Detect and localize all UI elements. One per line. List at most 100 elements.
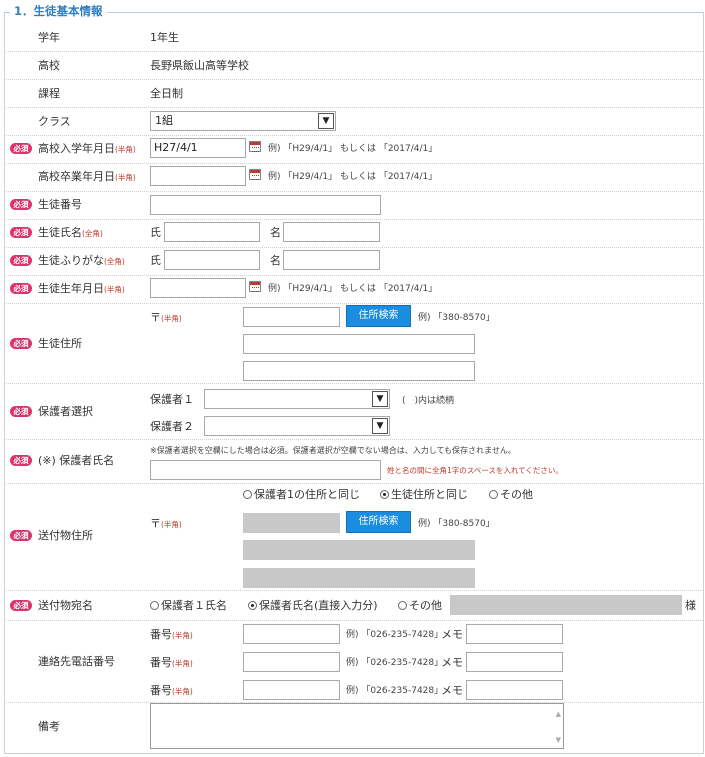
phone1-memo-input[interactable] — [466, 624, 563, 644]
school-value: 長野県飯山高等学校 — [150, 59, 249, 72]
admission-date-label: 高校入学年月日(半角) — [38, 142, 136, 155]
date-example: 例) 「H29/4/1」 もしくは 「2017/4/1」 — [268, 172, 438, 182]
calendar-icon[interactable] — [249, 281, 261, 292]
guardian-name-label: (※) 保護者氏名 — [38, 454, 115, 467]
family-kana-label: 氏 — [150, 254, 161, 267]
scroll-up-icon[interactable]: ▲ — [556, 710, 561, 718]
calendar-icon[interactable] — [249, 141, 261, 152]
mailing-name-other-input[interactable] — [450, 595, 682, 615]
row-divider — [6, 439, 703, 440]
row-divider — [6, 135, 703, 136]
contact-phone-label: 連絡先電話番号 — [38, 655, 115, 668]
admission-date-input[interactable]: H27/4/1 — [150, 138, 246, 158]
memo-label: メモ — [441, 684, 463, 697]
birth-date-input[interactable] — [150, 278, 246, 298]
postal-mark-label: 〒(半角) — [150, 311, 182, 324]
graduation-date-label: 高校卒業年月日(半角) — [38, 170, 136, 183]
phone3-input[interactable] — [243, 680, 340, 700]
row-divider — [6, 247, 703, 248]
date-example: 例) 「H29/4/1」 もしくは 「2017/4/1」 — [268, 144, 438, 154]
postal-example: 例) 「380-8570」 — [418, 519, 495, 529]
postal-mark-label: 〒(半角) — [150, 517, 182, 530]
guardian-select-label: 保護者選択 — [38, 405, 93, 418]
space-note: 姓と名の間に全角1字のスペースを入れてください。 — [387, 466, 563, 475]
graduation-date-input[interactable] — [150, 166, 246, 186]
phone1-input[interactable] — [243, 624, 340, 644]
phone-number-label: 番号(半角) — [150, 684, 193, 697]
phone2-memo-input[interactable] — [466, 652, 563, 672]
mailing-option-student[interactable]: 生徒住所と同じ — [380, 488, 468, 502]
phone-example: 例) 「026-235-7428」 — [346, 658, 444, 668]
given-name-label: 名 — [270, 226, 281, 239]
scroll-down-icon[interactable]: ▼ — [556, 736, 561, 744]
family-name-label: 氏 — [150, 226, 161, 239]
mailing-name-option-direct[interactable]: 保護者氏名(直接入力分) — [248, 599, 378, 613]
radio-selected-icon — [380, 490, 389, 499]
student-address-search-button[interactable]: 住所検索 — [346, 305, 411, 327]
guardian1-select[interactable]: ▼ — [204, 389, 390, 409]
section-title: 1．生徒基本情報 — [10, 4, 107, 18]
required-badge: 必須 — [10, 530, 32, 541]
mailing-address-line1-input[interactable] — [243, 540, 475, 560]
school-label: 高校 — [38, 59, 60, 72]
calendar-icon[interactable] — [249, 169, 261, 180]
postal-example: 例) 「380-8570」 — [418, 313, 495, 323]
birth-date-label: 生徒生年月日(半角) — [38, 282, 125, 295]
row-divider — [6, 79, 703, 80]
row-divider — [6, 303, 703, 304]
mailing-name-option-guardian1[interactable]: 保護者１氏名 — [150, 599, 227, 613]
row-divider — [6, 191, 703, 192]
remarks-textarea[interactable]: ▲ ▼ — [150, 703, 564, 749]
student-family-name-input[interactable] — [164, 222, 260, 242]
class-label: クラス — [38, 115, 71, 128]
required-badge: 必須 — [10, 406, 32, 417]
row-divider — [6, 590, 703, 591]
row-divider — [6, 275, 703, 276]
student-name-label: 生徒氏名(全角) — [38, 226, 103, 239]
course-label: 課程 — [38, 87, 60, 100]
required-badge: 必須 — [10, 199, 32, 210]
phone3-memo-input[interactable] — [466, 680, 563, 700]
mailing-name-label: 送付物宛名 — [38, 599, 93, 612]
row-divider — [6, 383, 703, 384]
required-badge: 必須 — [10, 600, 32, 611]
mailing-address-line2-input[interactable] — [243, 568, 475, 588]
mailing-address-label: 送付物住所 — [38, 529, 93, 542]
student-address-label: 生徒住所 — [38, 337, 82, 350]
student-postal-code-input[interactable] — [243, 307, 340, 327]
required-badge: 必須 — [10, 143, 32, 154]
phone-number-label: 番号(半角) — [150, 656, 193, 669]
remarks-label: 備考 — [38, 720, 60, 733]
student-number-label: 生徒番号 — [38, 198, 82, 211]
grade-value: 1年生 — [150, 31, 179, 44]
mailing-postal-code-input[interactable] — [243, 513, 340, 533]
phone-example: 例) 「026-235-7428」 — [346, 686, 444, 696]
honorific-suffix: 様 — [685, 599, 696, 612]
row-divider — [6, 219, 703, 220]
mailing-address-search-button[interactable]: 住所検索 — [346, 511, 411, 533]
guardian2-select[interactable]: ▼ — [204, 416, 390, 436]
guardian-name-input[interactable] — [150, 460, 381, 480]
student-address-line1-input[interactable] — [243, 334, 475, 354]
student-kana-label: 生徒ふりがな(全角) — [38, 254, 125, 267]
student-family-kana-input[interactable] — [164, 250, 260, 270]
guardian-name-notice: ※保護者選択を空欄にした場合は必須。保護者選択が空欄でない場合は、入力しても保存… — [150, 446, 516, 455]
class-select[interactable]: 1組 ▼ — [150, 111, 336, 131]
student-given-name-input[interactable] — [283, 222, 380, 242]
row-divider — [6, 107, 703, 108]
phone2-input[interactable] — [243, 652, 340, 672]
given-kana-label: 名 — [270, 254, 281, 267]
mailing-option-other[interactable]: その他 — [489, 488, 533, 502]
required-badge: 必須 — [10, 283, 32, 294]
student-number-input[interactable] — [150, 195, 381, 215]
student-address-line2-input[interactable] — [243, 361, 475, 381]
student-given-kana-input[interactable] — [283, 250, 380, 270]
mailing-option-guardian1[interactable]: 保護者1の住所と同じ — [243, 488, 360, 502]
row-divider — [6, 51, 703, 52]
radio-icon — [150, 601, 159, 610]
mailing-name-option-other[interactable]: その他 — [398, 599, 442, 613]
memo-label: メモ — [441, 628, 463, 641]
radio-selected-icon — [248, 601, 257, 610]
chevron-down-icon: ▼ — [372, 418, 388, 434]
row-divider — [6, 620, 703, 621]
